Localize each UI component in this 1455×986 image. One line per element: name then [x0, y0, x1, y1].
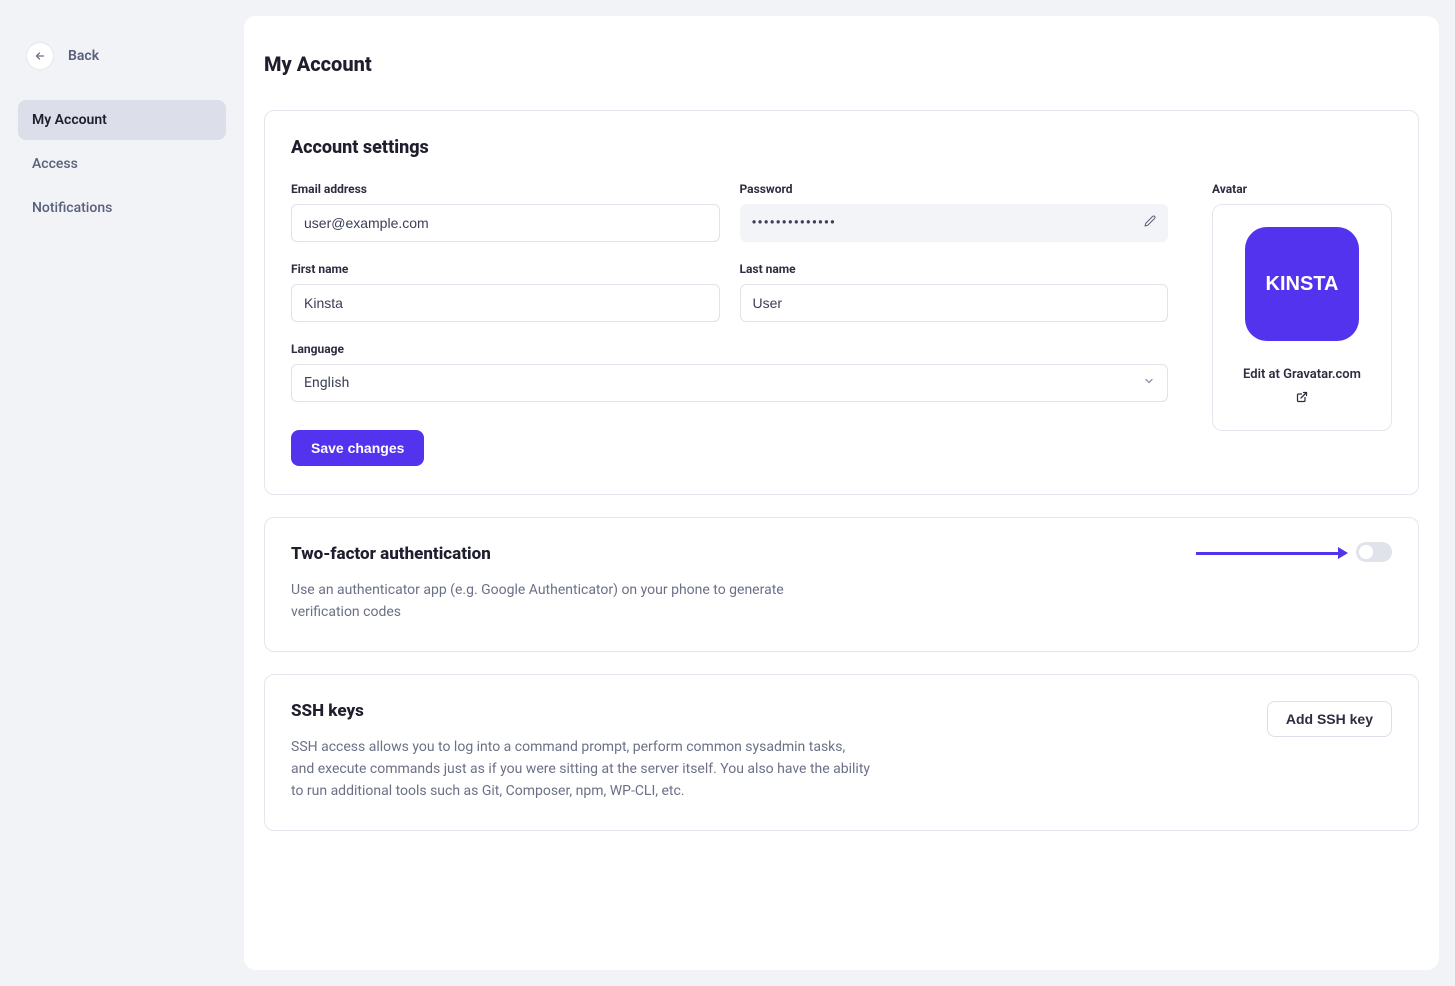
language-select[interactable]: English [291, 364, 1168, 402]
email-field-group: Email address [291, 182, 720, 242]
avatar-box: KINSTA Edit at Gravatar.com [1212, 204, 1392, 431]
password-label: Password [740, 182, 1169, 196]
language-label: Language [291, 342, 1168, 356]
arrow-line-icon [1196, 552, 1338, 555]
avatar-image: KINSTA [1245, 227, 1359, 341]
account-settings-card: Account settings Email address Password [264, 110, 1419, 495]
pencil-icon[interactable] [1144, 215, 1156, 231]
language-field-group: Language English [291, 342, 1168, 402]
last-name-label: Last name [740, 262, 1169, 276]
email-input[interactable] [291, 204, 720, 242]
sidebar: Back My Account Access Notifications [0, 0, 244, 986]
avatar-label: Avatar [1212, 182, 1392, 196]
arrow-head-icon [1338, 547, 1348, 559]
back-button-row[interactable]: Back [18, 42, 226, 70]
language-value: English [304, 375, 349, 391]
ssh-keys-title: SSH keys [291, 701, 871, 721]
chevron-down-icon [1143, 375, 1155, 391]
toggle-knob-icon [1359, 545, 1373, 559]
account-settings-title: Account settings [291, 137, 1392, 158]
nav-item-label: Access [32, 156, 78, 172]
password-field-group: Password •••••••••••••• [740, 182, 1169, 242]
back-label: Back [68, 48, 99, 64]
ssh-keys-card: SSH keys SSH access allows you to log in… [264, 674, 1419, 831]
two-factor-toggle[interactable] [1356, 542, 1392, 562]
save-changes-button[interactable]: Save changes [291, 430, 424, 466]
nav-item-label: My Account [32, 112, 107, 128]
back-arrow-icon[interactable] [26, 42, 54, 70]
main-panel: My Account Account settings Email addres… [244, 16, 1439, 970]
gravatar-text: Edit at Gravatar.com [1243, 367, 1361, 382]
nav-list: My Account Access Notifications [18, 100, 226, 228]
external-link-icon [1296, 388, 1308, 411]
first-name-input[interactable] [291, 284, 720, 322]
first-name-label: First name [291, 262, 720, 276]
first-name-field-group: First name [291, 262, 720, 322]
avatar-section: Avatar KINSTA Edit at Gravatar.com [1212, 182, 1392, 466]
nav-item-my-account[interactable]: My Account [18, 100, 226, 140]
two-factor-description: Use an authenticator app (e.g. Google Au… [291, 580, 851, 623]
last-name-input[interactable] [740, 284, 1169, 322]
annotation-arrow [1196, 544, 1392, 562]
add-ssh-key-button[interactable]: Add SSH key [1267, 701, 1392, 737]
two-factor-card: Two-factor authentication Use an authent… [264, 517, 1419, 652]
nav-item-access[interactable]: Access [18, 144, 226, 184]
password-mask: •••••••••••••• [752, 215, 836, 231]
email-label: Email address [291, 182, 720, 196]
ssh-keys-description: SSH access allows you to log into a comm… [291, 737, 871, 802]
two-factor-title: Two-factor authentication [291, 544, 851, 564]
page-title: My Account [264, 52, 1419, 76]
gravatar-link[interactable]: Edit at Gravatar.com [1229, 363, 1375, 412]
nav-item-label: Notifications [32, 200, 112, 216]
password-display: •••••••••••••• [740, 204, 1169, 242]
nav-item-notifications[interactable]: Notifications [18, 188, 226, 228]
last-name-field-group: Last name [740, 262, 1169, 322]
avatar-brand-text: KINSTA [1266, 273, 1339, 296]
